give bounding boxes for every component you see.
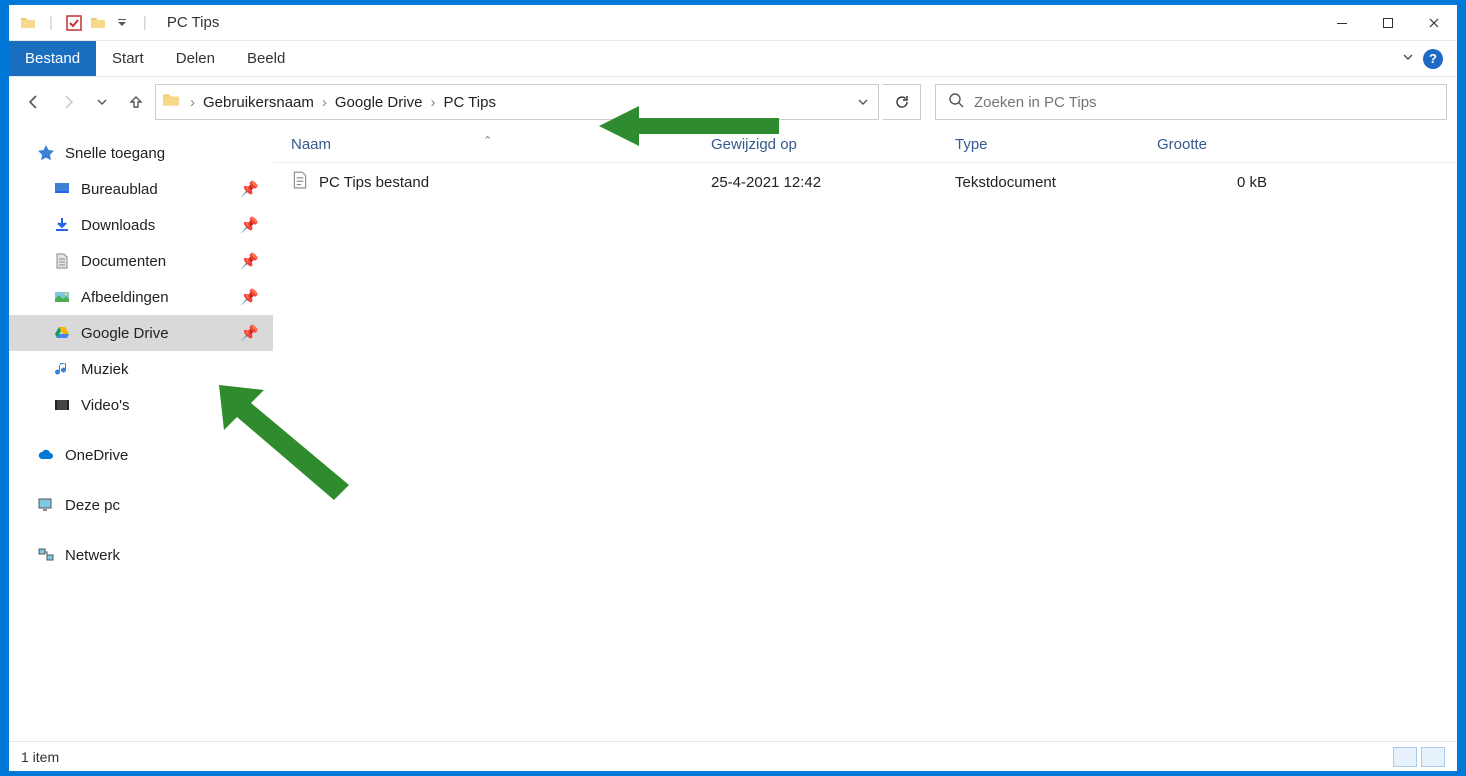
separator: |	[143, 14, 147, 31]
music-icon	[53, 360, 71, 378]
breadcrumb-segment[interactable]: Gebruikersnaam	[201, 94, 316, 111]
breadcrumb-segment[interactable]: Google Drive	[333, 94, 425, 111]
pin-icon: 📌	[240, 216, 259, 234]
status-bar: 1 item	[9, 741, 1457, 771]
up-button[interactable]	[121, 85, 151, 119]
folder-icon	[162, 91, 180, 113]
status-item-count: 1 item	[21, 749, 59, 765]
checkbox-icon[interactable]	[65, 14, 83, 32]
google-drive-icon	[53, 324, 71, 342]
sidebar-item-documents[interactable]: Documenten 📌	[9, 243, 273, 279]
breadcrumb-segment[interactable]: PC Tips	[441, 94, 498, 111]
sidebar-item-label: Deze pc	[65, 497, 120, 514]
pc-icon	[37, 496, 55, 514]
separator: |	[49, 14, 53, 31]
sidebar-item-label: Muziek	[81, 361, 129, 378]
refresh-button[interactable]	[883, 84, 921, 120]
file-modified: 25-4-2021 12:42	[711, 174, 955, 191]
sidebar-this-pc[interactable]: Deze pc	[9, 487, 273, 523]
file-row[interactable]: PC Tips bestand 25-4-2021 12:42 Tekstdoc…	[273, 163, 1457, 201]
pin-icon: 📌	[240, 252, 259, 270]
nav-row: › Gebruikersnaam › Google Drive › PC Tip…	[9, 77, 1457, 127]
sidebar-item-downloads[interactable]: Downloads 📌	[9, 207, 273, 243]
view-large-icons-button[interactable]	[1421, 747, 1445, 767]
close-button[interactable]	[1411, 5, 1457, 41]
column-type[interactable]: Type	[955, 136, 1157, 153]
address-dropdown-icon[interactable]	[848, 96, 878, 108]
address-bar[interactable]: › Gebruikersnaam › Google Drive › PC Tip…	[155, 84, 879, 120]
view-details-button[interactable]	[1393, 747, 1417, 767]
ribbon-tabs: Bestand Start Delen Beeld ?	[9, 41, 1457, 77]
chevron-right-icon[interactable]: ›	[184, 94, 201, 111]
sidebar-item-label: Netwerk	[65, 547, 120, 564]
window-title: PC Tips	[167, 14, 220, 31]
sidebar-network[interactable]: Netwerk	[9, 537, 273, 573]
sidebar-item-label: Bureaublad	[81, 181, 158, 198]
chevron-right-icon[interactable]: ›	[316, 94, 333, 111]
tab-file[interactable]: Bestand	[9, 41, 96, 76]
download-icon	[53, 216, 71, 234]
pictures-icon	[53, 288, 71, 306]
file-name: PC Tips bestand	[319, 174, 429, 191]
explorer-window: | | PC Tips Bestand Start Delen Beeld	[8, 4, 1458, 772]
tab-share[interactable]: Delen	[160, 41, 231, 76]
maximize-button[interactable]	[1365, 5, 1411, 41]
sidebar-item-label: Video's	[81, 397, 129, 414]
sidebar-item-label: Afbeeldingen	[81, 289, 169, 306]
navigation-pane: Snelle toegang Bureaublad 📌 Downloads 📌 …	[9, 127, 273, 741]
sidebar-item-desktop[interactable]: Bureaublad 📌	[9, 171, 273, 207]
recent-dropdown-icon[interactable]	[87, 85, 117, 119]
pin-icon: 📌	[240, 324, 259, 342]
desktop-icon	[53, 180, 71, 198]
sidebar-item-pictures[interactable]: Afbeeldingen 📌	[9, 279, 273, 315]
network-icon	[37, 546, 55, 564]
file-size: 0 kB	[1157, 174, 1287, 191]
sidebar-quick-access[interactable]: Snelle toegang	[9, 135, 273, 171]
column-headers: Naam ⌃ Gewijzigd op Type Grootte	[273, 127, 1457, 163]
sidebar-item-music[interactable]: Muziek	[9, 351, 273, 387]
tab-view[interactable]: Beeld	[231, 41, 301, 76]
titlebar: | | PC Tips	[9, 5, 1457, 41]
file-type: Tekstdocument	[955, 174, 1157, 191]
minimize-button[interactable]	[1319, 5, 1365, 41]
document-icon	[53, 252, 71, 270]
folder-icon[interactable]	[89, 14, 107, 32]
search-icon	[948, 92, 964, 112]
folder-icon	[19, 14, 37, 32]
sidebar-onedrive[interactable]: OneDrive	[9, 437, 273, 473]
search-input[interactable]	[974, 94, 1446, 111]
help-icon[interactable]: ?	[1423, 49, 1443, 69]
pin-icon: 📌	[240, 180, 259, 198]
pin-icon: 📌	[240, 288, 259, 306]
text-file-icon	[291, 171, 309, 193]
sidebar-item-label: Documenten	[81, 253, 166, 270]
column-modified[interactable]: Gewijzigd op	[711, 136, 955, 153]
chevron-right-icon[interactable]: ›	[424, 94, 441, 111]
sort-indicator-icon: ⌃	[483, 134, 492, 147]
back-button[interactable]	[19, 85, 49, 119]
column-name[interactable]: Naam ⌃	[273, 136, 711, 153]
sidebar-item-google-drive[interactable]: Google Drive 📌	[9, 315, 273, 351]
sidebar-item-label: Downloads	[81, 217, 155, 234]
star-icon	[37, 144, 55, 162]
video-icon	[53, 396, 71, 414]
forward-button[interactable]	[53, 85, 83, 119]
file-list: Naam ⌃ Gewijzigd op Type Grootte PC Tips…	[273, 127, 1457, 741]
ribbon-collapse-icon[interactable]	[1401, 50, 1415, 68]
tab-start[interactable]: Start	[96, 41, 160, 76]
sidebar-item-label: Snelle toegang	[65, 145, 165, 162]
sidebar-item-label: OneDrive	[65, 447, 128, 464]
cloud-icon	[37, 446, 55, 464]
search-box[interactable]	[935, 84, 1447, 120]
sidebar-item-videos[interactable]: Video's	[9, 387, 273, 423]
qat-dropdown-icon[interactable]	[113, 14, 131, 32]
sidebar-item-label: Google Drive	[81, 325, 169, 342]
column-size[interactable]: Grootte	[1157, 136, 1287, 153]
